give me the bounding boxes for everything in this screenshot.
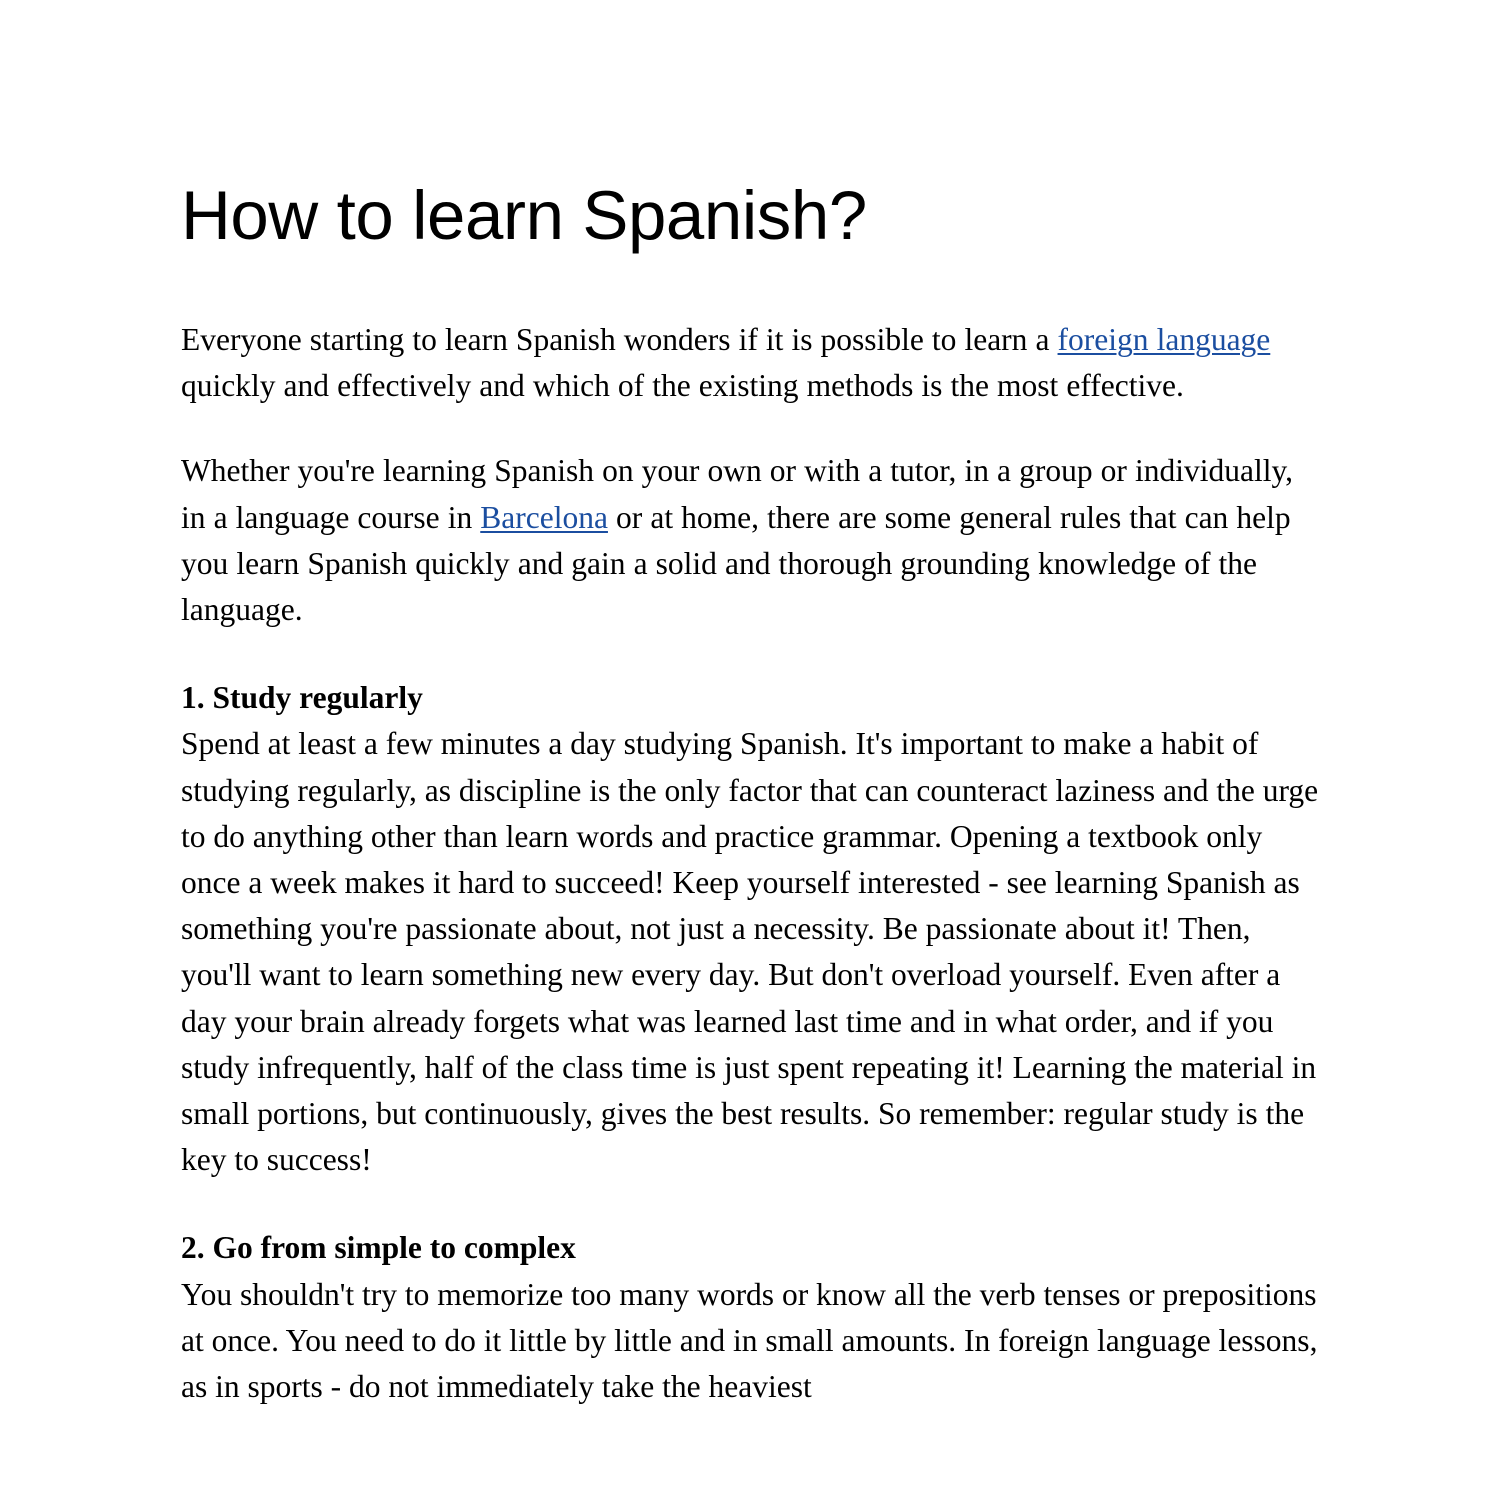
- section-body-1: Spend at least a few minutes a day study…: [181, 726, 1319, 1178]
- foreign-language-link[interactable]: foreign language: [1058, 322, 1271, 357]
- document-content-column: How to learn Spanish? Everyone starting …: [181, 0, 1323, 1410]
- section-heading-1: 1. Study regularly: [181, 680, 423, 716]
- intro-text-before-link: Everyone starting to learn Spanish wonde…: [181, 322, 1058, 357]
- barcelona-link[interactable]: Barcelona: [480, 500, 608, 535]
- page-title: How to learn Spanish?: [181, 177, 867, 254]
- intro-paragraph: Everyone starting to learn Spanish wonde…: [181, 317, 1323, 409]
- section-body-2: You shouldn't try to memorize too many w…: [181, 1276, 1318, 1405]
- section-heading-2: 2. Go from simple to complex: [181, 1230, 576, 1266]
- document-page: How to learn Spanish? Everyone starting …: [0, 0, 1500, 1500]
- intro-text-after-link: quickly and effectively and which of the…: [181, 368, 1184, 404]
- second-paragraph: Whether you're learning Spanish on your …: [181, 448, 1323, 633]
- section-simple-to-complex: 2. Go from simple to complex You shouldn…: [181, 1225, 1323, 1410]
- section-study-regularly: 1. Study regularly Spend at least a few …: [181, 675, 1323, 1183]
